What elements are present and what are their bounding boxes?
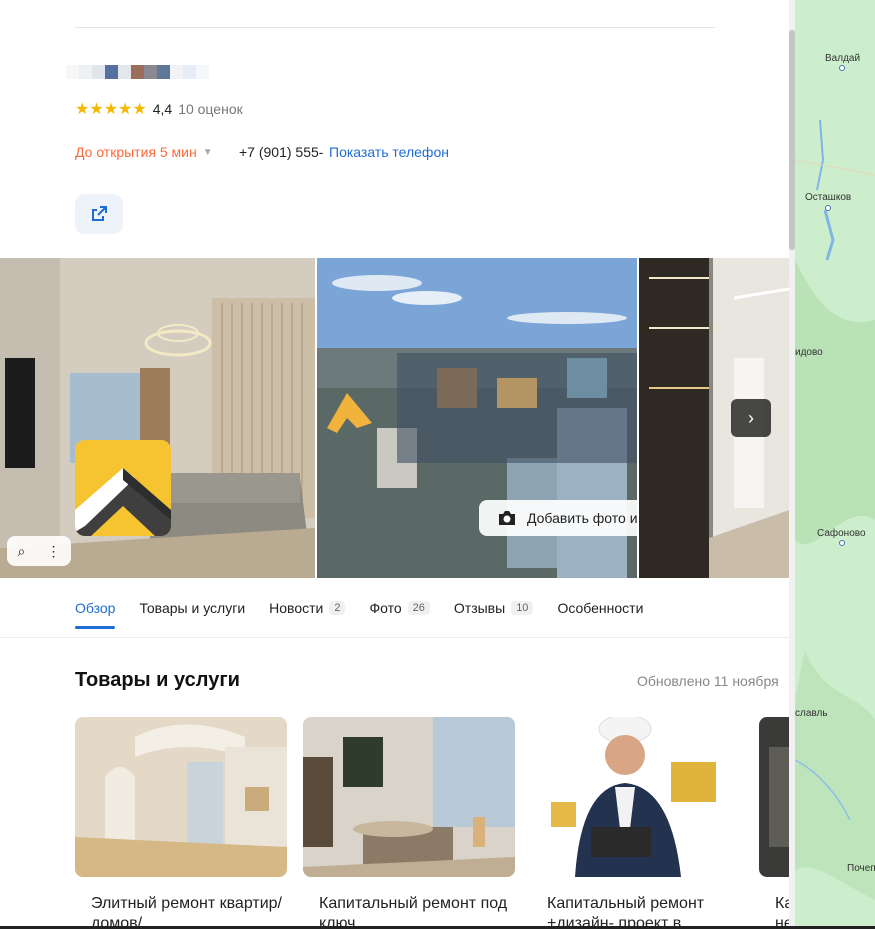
map-label-idovo: идово xyxy=(795,347,823,358)
external-link-icon xyxy=(92,206,107,221)
tab-photos[interactable]: Фото 26 xyxy=(369,593,430,623)
tab-label: Особенности xyxy=(557,600,644,616)
org-panel: ★★★★★ 4,4 10 оценок До открытия 5 мин ▼ … xyxy=(0,0,789,929)
map-label-valday: Валдай xyxy=(825,53,861,64)
gallery-next-button[interactable]: › xyxy=(731,399,771,437)
add-photo-button[interactable]: Добавить фото или видео xyxy=(479,500,637,536)
photo-gallery[interactable]: ⌕ ⋮ Добавить фото и › xyxy=(0,258,789,578)
updated-date: Обновлено 11 ноября xyxy=(637,673,779,689)
tab-reviews[interactable]: Отзывы 10 xyxy=(454,593,534,623)
tab-products[interactable]: Товары и услуги xyxy=(139,593,245,623)
map-label-pochep: Почеп xyxy=(847,863,875,874)
tab-label: Обзор xyxy=(75,600,116,616)
company-logo xyxy=(75,440,171,536)
tab-label: Новости xyxy=(269,600,324,616)
rating[interactable]: ★★★★★ 4,4 10 оценок xyxy=(75,99,243,119)
map-city-dot xyxy=(839,65,845,71)
product-card[interactable]: Ка не xyxy=(759,717,789,929)
product-image[interactable] xyxy=(531,717,743,877)
divider xyxy=(75,27,715,28)
gallery-photo[interactable]: Добавить фото или видео xyxy=(317,258,637,578)
phone-number: +7 (901) 555- xyxy=(239,144,324,160)
rating-count[interactable]: 10 оценок xyxy=(178,101,243,117)
product-card[interactable]: Капитальный ремонт под ключ xyxy=(303,717,515,929)
product-card[interactable]: Элитный ремонт квартир/домов/ xyxy=(75,717,287,929)
hours-text: До открытия 5 мин xyxy=(75,144,197,160)
tab-count-badge: 2 xyxy=(329,601,346,615)
camera-search-icon[interactable]: ⌕ xyxy=(18,543,26,560)
map-label-ostashkov: Осташков xyxy=(805,192,852,203)
product-photo xyxy=(75,717,287,877)
chevron-down-icon: ▼ xyxy=(202,146,213,158)
product-photo xyxy=(759,717,789,877)
map-city-dot xyxy=(825,205,831,211)
product-title[interactable]: Ка не xyxy=(759,894,789,929)
tab-overview[interactable]: Обзор xyxy=(75,593,116,629)
rating-stars: ★★★★★ xyxy=(75,101,147,118)
map-label-slavl: славль xyxy=(795,708,828,719)
photo-tools[interactable]: ⌕ ⋮ xyxy=(7,536,71,566)
more-vertical-icon[interactable]: ⋮ xyxy=(46,543,60,560)
logo-chevron-icon xyxy=(75,440,171,536)
product-image[interactable] xyxy=(75,717,287,877)
map-city-dot xyxy=(839,540,845,546)
map-label-safonovo: Сафоново xyxy=(817,528,866,539)
product-photo xyxy=(303,717,515,877)
show-phone-link[interactable]: Показать телефон xyxy=(329,144,449,160)
tab-count-badge: 26 xyxy=(407,601,430,615)
product-title[interactable]: Элитный ремонт квартир/домов/ xyxy=(75,894,287,929)
divider xyxy=(0,637,789,638)
tab-bar: Обзор Товары и услуги Новости 2 Фото 26 От… xyxy=(75,590,643,629)
tab-features[interactable]: Особенности xyxy=(557,593,643,623)
hours-status[interactable]: До открытия 5 мин ▼ xyxy=(75,144,213,160)
product-title[interactable]: Капитальный ремонт под ключ xyxy=(303,894,515,929)
gallery-photo[interactable]: ⌕ ⋮ xyxy=(0,258,315,578)
tab-label: Фото xyxy=(369,600,402,616)
tab-label: Отзывы xyxy=(453,600,506,616)
add-photo-label: Добавить фото или видео xyxy=(527,510,637,526)
scrollbar-thumb[interactable] xyxy=(789,30,795,250)
map-terrain xyxy=(795,119,875,900)
product-image[interactable] xyxy=(303,717,515,877)
rating-value: 4,4 xyxy=(152,101,173,117)
open-website-button[interactable] xyxy=(75,194,123,234)
tab-count-badge: 10 xyxy=(511,601,534,615)
product-card[interactable]: Капитальный ремонт +дизайн- проект в xyxy=(531,717,743,929)
product-image[interactable] xyxy=(759,717,789,877)
app-root: Валдай Осташков идово Сафоново славль По… xyxy=(0,0,875,929)
product-photo xyxy=(531,717,743,877)
section-title: Товары и услуги xyxy=(75,669,240,691)
camera-icon xyxy=(499,511,515,525)
product-title[interactable]: Капитальный ремонт +дизайн- проект в xyxy=(531,894,743,929)
map-view[interactable]: Валдай Осташков идово Сафоново славль По… xyxy=(795,0,875,929)
tab-label: Товары и услуги xyxy=(139,600,246,616)
tab-news[interactable]: Новости 2 xyxy=(269,593,346,623)
org-title-redacted xyxy=(66,65,209,79)
